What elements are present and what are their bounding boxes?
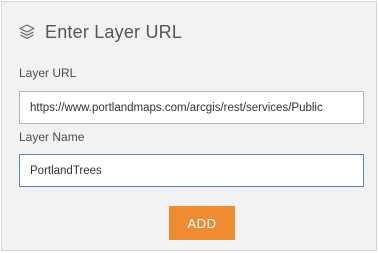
add-button[interactable]: ADD <box>169 206 235 240</box>
layer-name-label: Layer Name <box>19 130 85 144</box>
layer-name-input[interactable] <box>19 154 364 187</box>
layer-url-label: Layer URL <box>19 66 77 80</box>
layers-icon <box>18 23 36 41</box>
panel-header: Enter Layer URL <box>18 20 182 44</box>
panel-title: Enter Layer URL <box>45 21 183 42</box>
add-layer-panel: Enter Layer URL Layer URL Layer Name ADD <box>1 1 377 251</box>
layer-url-input[interactable] <box>19 91 364 124</box>
